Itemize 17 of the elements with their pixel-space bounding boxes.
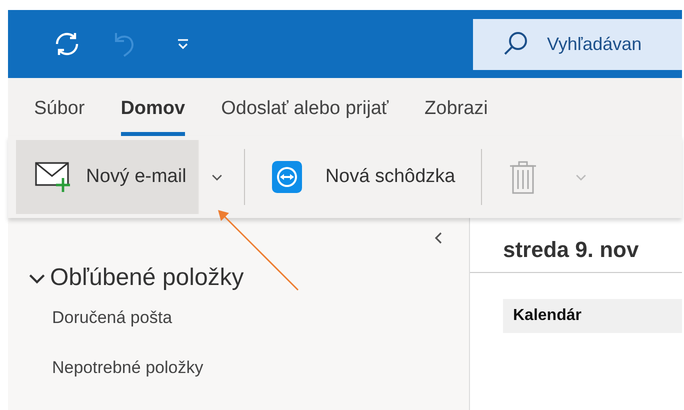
folder-item[interactable]: Nepotrebné položky: [8, 342, 469, 392]
folder-item[interactable]: Doručená pošta: [8, 292, 469, 342]
sync-icon: [53, 30, 81, 58]
app-logo-icon: [271, 160, 304, 194]
new-meeting-button[interactable]: Nová schôdzka: [255, 140, 472, 214]
ribbon-tab[interactable]: Súbor: [34, 98, 85, 136]
search-field[interactable]: Vyhľadávan: [473, 18, 682, 70]
favorites-header[interactable]: Obľúbené položky: [8, 264, 244, 292]
new-email-button[interactable]: Nový e-mail: [16, 140, 198, 214]
calendar-date: streda 9. nov: [470, 218, 682, 273]
column-header: Kalendár: [503, 299, 682, 333]
customize-icon: [176, 37, 190, 51]
trash-icon: [508, 159, 538, 195]
ribbon-tab[interactable]: Zobrazi: [424, 98, 488, 136]
new-email-split-button[interactable]: Nový e-mail: [16, 140, 234, 214]
ribbon-tab[interactable]: Odoslať alebo prijať: [221, 98, 389, 136]
search-icon: [503, 31, 529, 57]
